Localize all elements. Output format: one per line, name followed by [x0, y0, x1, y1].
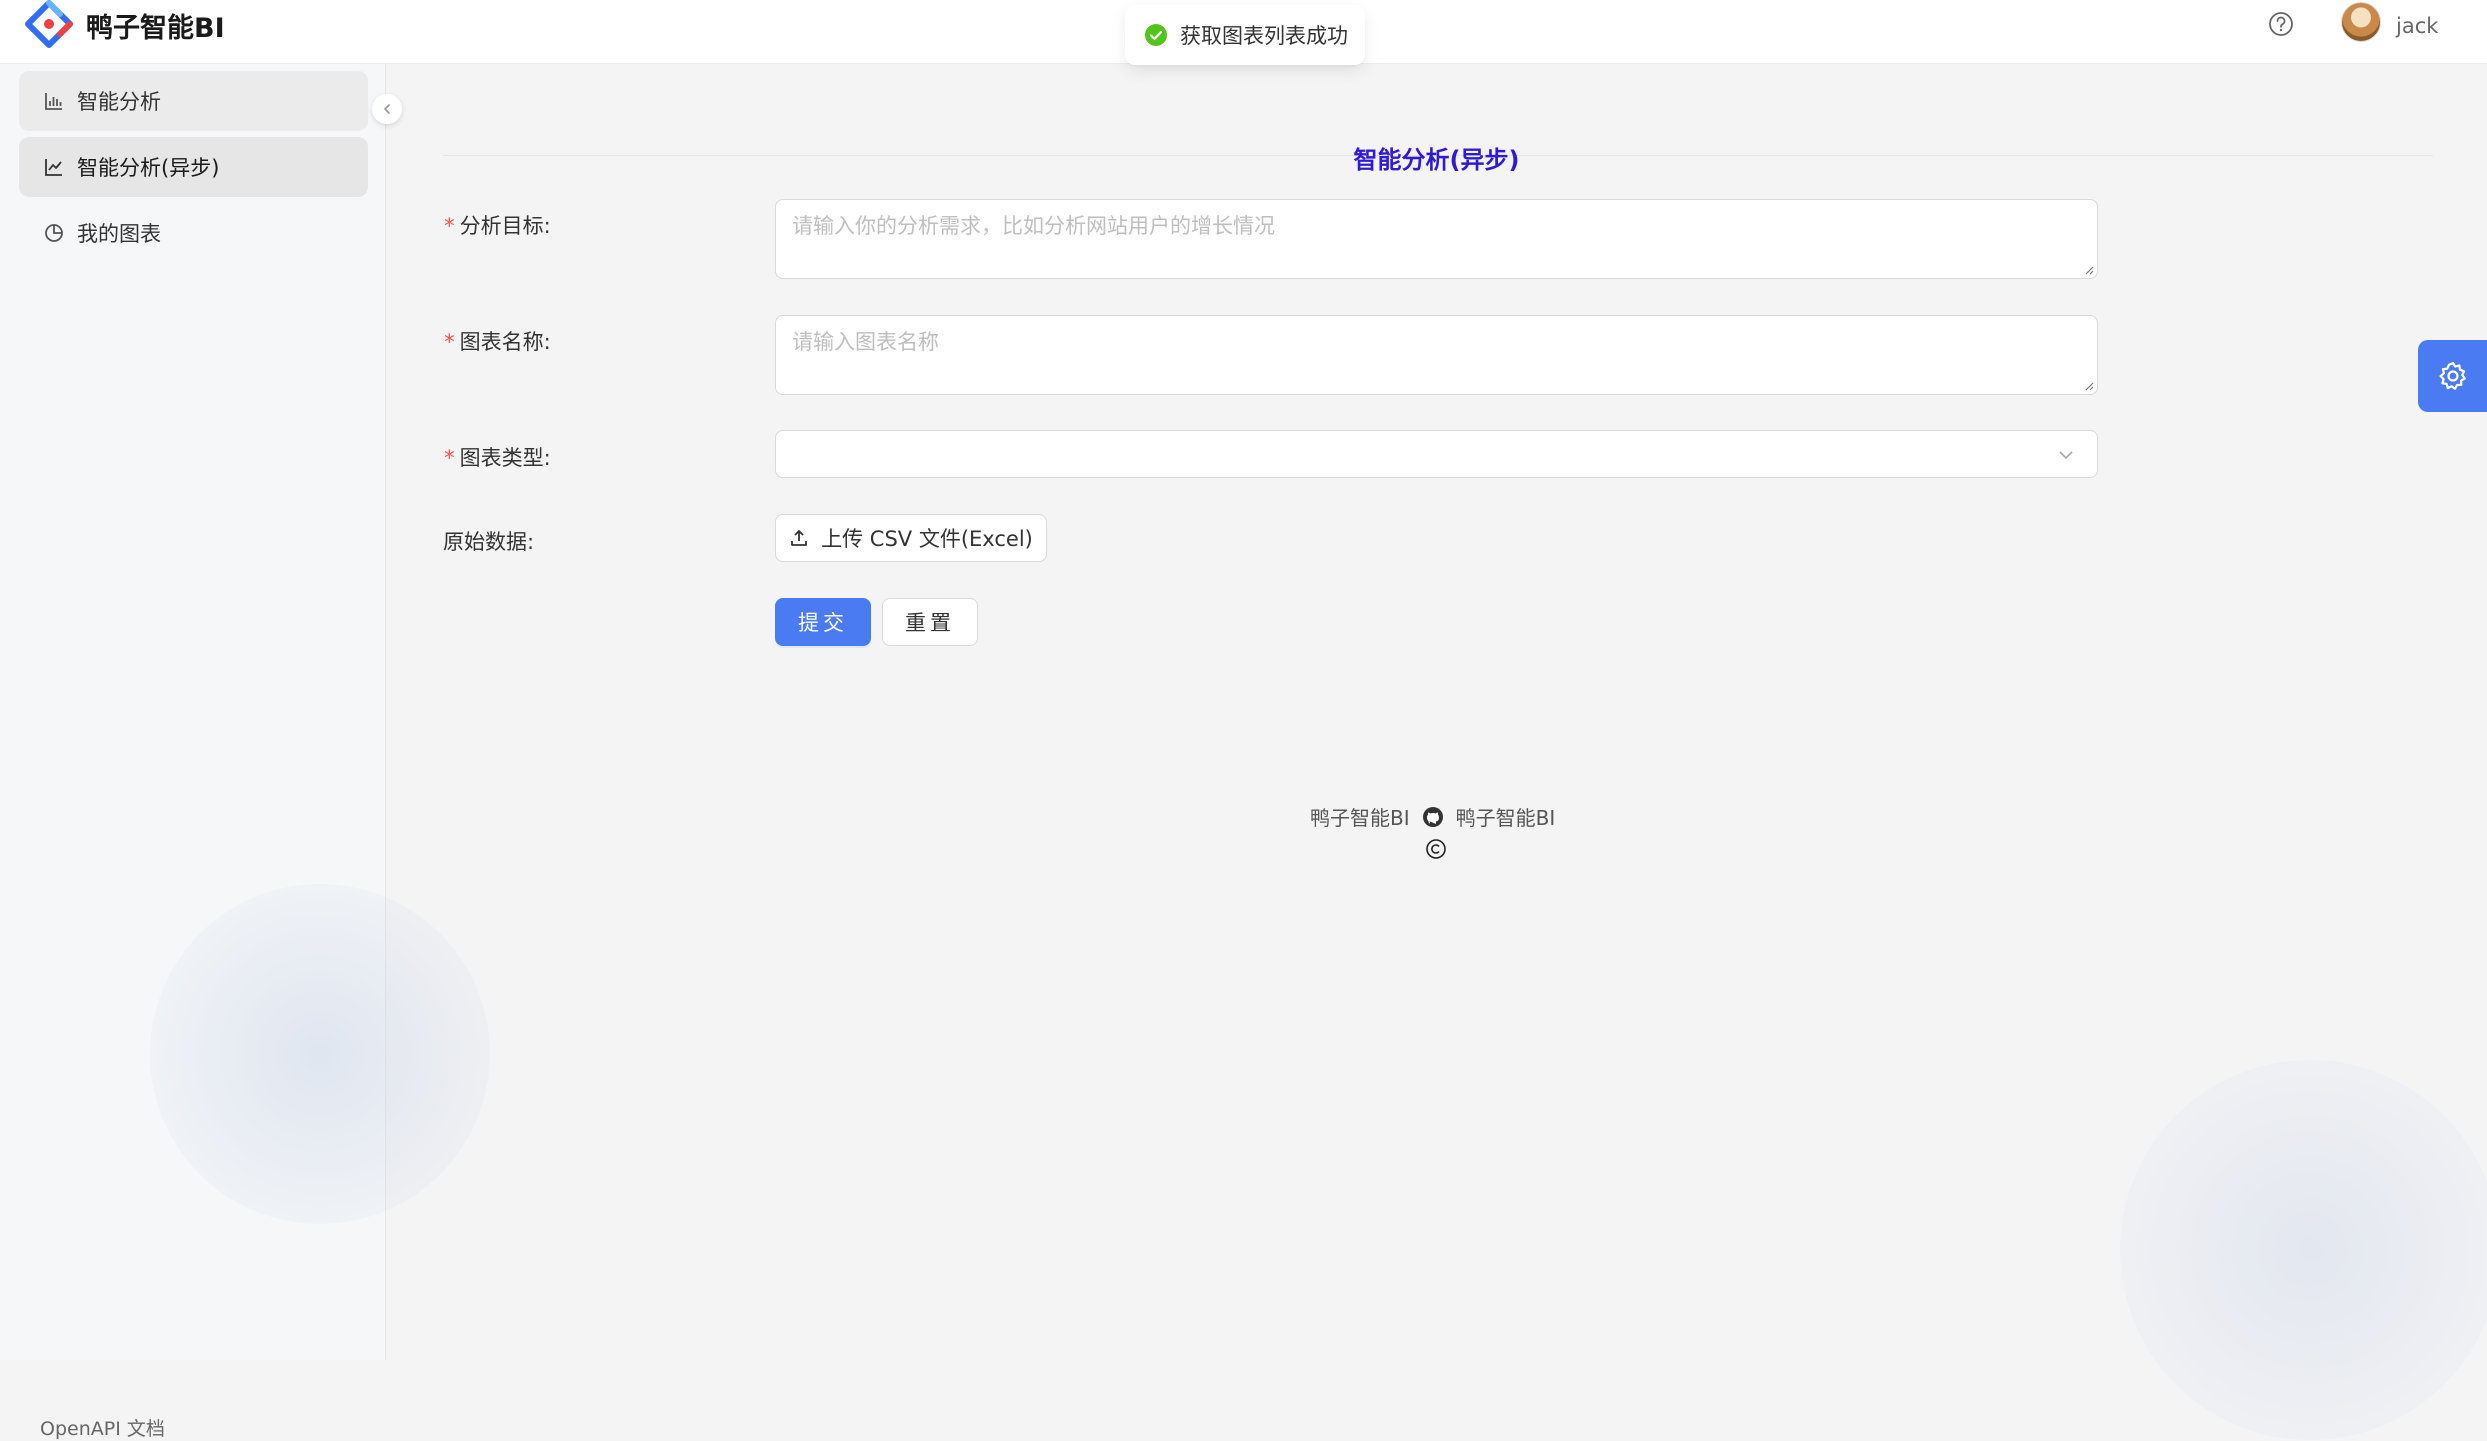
sidebar-item-label: 智能分析(异步): [77, 156, 220, 180]
line-chart-icon: [43, 156, 65, 178]
required-mark: *: [443, 330, 456, 354]
chart-name-label: * 图表名称:: [443, 330, 551, 354]
check-circle-icon: [1145, 24, 1167, 46]
goal-placeholder: 请输入你的分析需求，比如分析网站用户的增长情况: [792, 214, 1275, 238]
sidebar-item-my-charts[interactable]: 我的图表: [19, 203, 368, 263]
copyright-icon: [1426, 839, 1446, 859]
sidebar-collapse-button[interactable]: [372, 94, 402, 124]
goal-textarea[interactable]: 请输入你的分析需求，比如分析网站用户的增长情况: [775, 199, 2098, 279]
chart-type-label: * 图表类型:: [443, 446, 551, 470]
goal-label: * 分析目标:: [443, 214, 551, 238]
upload-csv-button[interactable]: 上传 CSV 文件(Excel): [775, 514, 1047, 562]
bar-chart-icon: [43, 90, 65, 112]
sidebar: 智能分析 智能分析(异步) 我的图表 OpenAPI 文档: [0, 64, 490, 1440]
user-avatar[interactable]: [2341, 2, 2381, 42]
sidebar-item-label: 我的图表: [77, 222, 161, 246]
gear-icon: [2439, 361, 2466, 390]
success-toast: 获取图表列表成功: [1125, 5, 1365, 65]
app-title: 鸭子智能BI: [86, 12, 225, 44]
sidebar-item-smart-analysis[interactable]: 智能分析: [19, 71, 368, 131]
required-mark: *: [443, 214, 456, 238]
openapi-docs-link[interactable]: OpenAPI 文档: [40, 1414, 165, 1441]
github-icon[interactable]: [1422, 806, 1444, 828]
logo-icon: [25, 0, 73, 48]
background-decoration: [2120, 1060, 2487, 1440]
help-icon[interactable]: [2268, 11, 2294, 37]
app-logo[interactable]: 鸭子智能BI: [24, 0, 225, 50]
settings-drawer-button[interactable]: [2418, 340, 2487, 412]
chevron-left-icon: [383, 104, 390, 114]
chart-name-textarea[interactable]: 请输入图表名称: [775, 315, 2098, 395]
page-title: 智能分析(异步): [1353, 146, 1520, 174]
required-mark: *: [443, 446, 456, 470]
upload-icon: [791, 530, 808, 546]
chart-name-placeholder: 请输入图表名称: [792, 330, 939, 354]
chart-type-select[interactable]: [775, 430, 2098, 478]
page-footer: 鸭子智能BI 鸭子智能BI: [1310, 802, 1555, 831]
footer-right-text[interactable]: 鸭子智能BI: [1456, 802, 1556, 831]
upload-label: 上传 CSV 文件(Excel): [821, 527, 1033, 551]
toast-message: 获取图表列表成功: [1180, 24, 1348, 48]
resize-grip-icon[interactable]: [2082, 379, 2094, 391]
pie-chart-icon: [43, 222, 65, 244]
sidebar-item-smart-analysis-async[interactable]: 智能分析(异步): [19, 137, 368, 197]
username[interactable]: jack: [2396, 14, 2438, 38]
sidebar-item-label: 智能分析: [77, 90, 161, 114]
chevron-down-icon: [2059, 451, 2073, 460]
reset-button[interactable]: 重置: [882, 598, 978, 646]
resize-grip-icon[interactable]: [2082, 263, 2094, 275]
footer-left-text[interactable]: 鸭子智能BI: [1310, 802, 1410, 831]
raw-data-label: 原始数据:: [443, 530, 535, 554]
submit-button[interactable]: 提交: [775, 598, 871, 646]
